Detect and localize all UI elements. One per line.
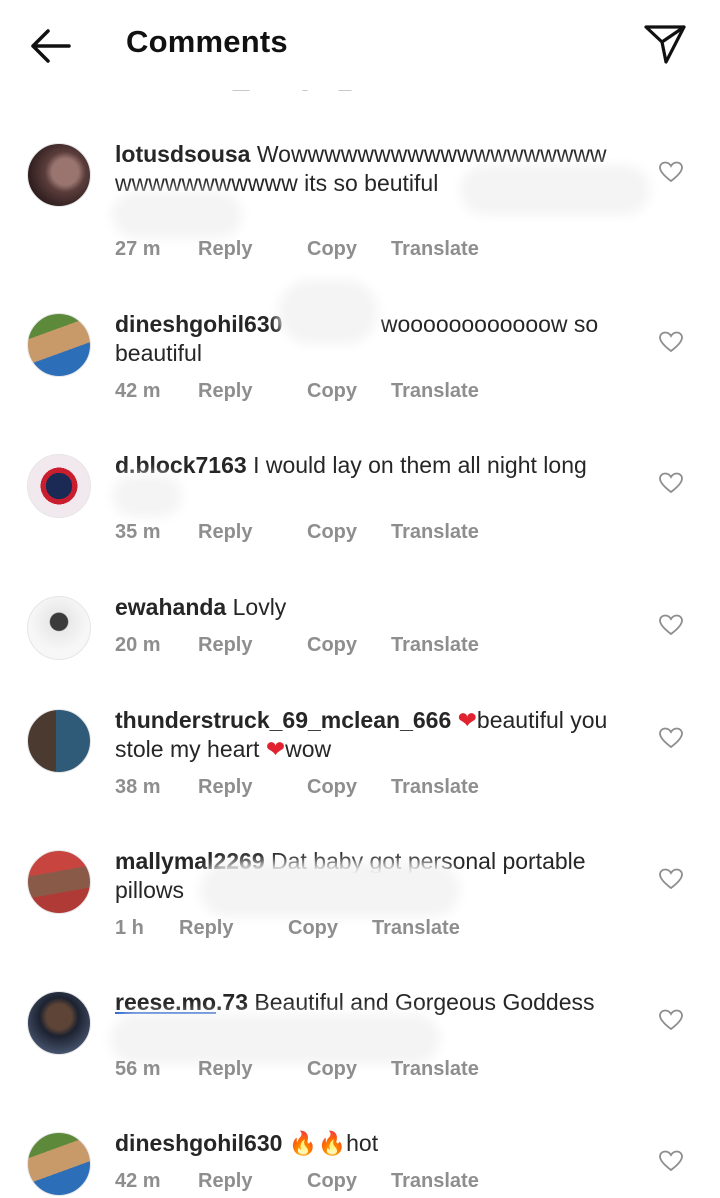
comment-body: pillows xyxy=(115,877,185,903)
comment-time: 38 m xyxy=(115,776,161,798)
comment-text: reese.mo.73 Beautiful and Gorgeous Godde… xyxy=(115,988,635,1017)
comment-body: beautiful you xyxy=(476,707,608,733)
fire-emoji: 🔥 xyxy=(317,1130,347,1156)
reply-button[interactable]: Reply xyxy=(198,1170,252,1193)
reply-button[interactable]: Reply xyxy=(198,776,252,799)
translate-button[interactable]: Translate xyxy=(391,521,479,544)
translate-button[interactable]: Translate xyxy=(372,917,460,940)
avatar[interactable] xyxy=(27,850,91,914)
comment-username[interactable]: d.block7163 xyxy=(115,452,247,478)
translate-button[interactable]: Translate xyxy=(391,776,479,799)
comment-username[interactable]: mallymal2269 xyxy=(115,848,265,874)
redacted-area xyxy=(122,202,232,228)
red-heart-emoji: ❤ xyxy=(265,736,286,762)
comment-actions: 20 m Reply Copy Translate xyxy=(115,634,635,662)
comment-username[interactable]: reese.mo.73 xyxy=(115,989,248,1015)
comment-body: beautiful xyxy=(115,340,202,366)
comment-time: 35 m xyxy=(115,521,161,543)
comment-body: Beautiful and Gorgeous Goddess xyxy=(248,989,595,1015)
comment-body: Lovly xyxy=(226,594,287,620)
comment-body: wwwwwww xyxy=(490,141,607,167)
username-link[interactable]: reese.mo xyxy=(115,989,216,1015)
fire-emoji: 🔥 xyxy=(288,1130,318,1156)
copy-button[interactable]: Copy xyxy=(307,1170,357,1193)
comment-body: wwwwwwwwwww its so beutiful xyxy=(115,170,439,196)
comment-time: 27 m xyxy=(115,238,161,260)
heart-icon[interactable] xyxy=(659,472,683,494)
redacted-area xyxy=(470,175,640,205)
translate-button[interactable]: Translate xyxy=(391,1058,479,1081)
heart-icon[interactable] xyxy=(659,868,683,890)
copy-button[interactable]: Copy xyxy=(307,776,357,799)
translate-button[interactable]: Translate xyxy=(391,1170,479,1193)
avatar[interactable] xyxy=(27,596,91,660)
comment-body: wow xyxy=(285,736,332,762)
avatar[interactable] xyxy=(27,454,91,518)
copy-button[interactable]: Copy xyxy=(288,917,338,940)
avatar[interactable] xyxy=(27,991,91,1055)
copy-button[interactable]: Copy xyxy=(307,521,357,544)
reply-button[interactable]: Reply xyxy=(198,521,252,544)
comment-text: dineshgohil630 🔥🔥hot xyxy=(115,1129,635,1158)
comment-actions: 35 m Reply Copy Translate xyxy=(115,521,635,549)
heart-icon[interactable] xyxy=(659,331,683,353)
comment-text: d.block7163 I would lay on them all nigh… xyxy=(115,451,635,480)
reply-button[interactable]: Reply xyxy=(198,634,252,657)
username-suffix: .73 xyxy=(216,989,248,1015)
heart-icon[interactable] xyxy=(659,727,683,749)
comment-actions: 27 m Reply Copy Translate xyxy=(115,238,635,266)
avatar[interactable] xyxy=(27,313,91,377)
comment-body: I would lay on them all night long xyxy=(246,452,587,478)
avatar[interactable] xyxy=(27,1132,91,1196)
comment-time: 42 m xyxy=(115,1170,161,1192)
reply-button[interactable]: Reply xyxy=(198,238,252,261)
comment-username[interactable]: dineshgohil630 xyxy=(115,1130,282,1156)
copy-button[interactable]: Copy xyxy=(307,634,357,657)
comment-actions: 42 m Reply Copy Translate xyxy=(115,380,635,408)
heart-icon[interactable] xyxy=(659,1009,683,1031)
red-heart-emoji: ❤ xyxy=(457,707,477,733)
comment-body: Wowwwwwwwwwwww xyxy=(256,141,491,167)
arrow-left-icon[interactable] xyxy=(28,26,72,66)
top-bar: Comments xyxy=(0,0,720,90)
translate-button[interactable]: Translate xyxy=(391,634,479,657)
comment-body: stole my heart xyxy=(115,736,266,762)
comment-username[interactable]: dineshgohil630 xyxy=(115,311,282,337)
comment-time: 42 m xyxy=(115,380,161,402)
comment-body: Dat baby got personal portable xyxy=(264,848,586,874)
redacted-area xyxy=(210,873,450,907)
page-title: Comments xyxy=(126,24,288,59)
comment-username[interactable]: lotusdsousa xyxy=(115,141,250,167)
comment-actions: 56 m Reply Copy Translate xyxy=(115,1058,635,1086)
comment-text: thunderstruck_69_mclean_666 ❤beautiful y… xyxy=(115,706,635,764)
redacted-area xyxy=(288,290,368,334)
paper-plane-icon[interactable] xyxy=(642,22,688,66)
translate-button[interactable]: Translate xyxy=(391,380,479,403)
copy-button[interactable]: Copy xyxy=(307,380,357,403)
comment-username[interactable]: thunderstruck_69_mclean_666 xyxy=(115,707,451,733)
comment-body: woooooooooooow so xyxy=(380,311,599,337)
comment-time: 56 m xyxy=(115,1058,161,1080)
copy-button[interactable]: Copy xyxy=(307,238,357,261)
comment-actions: 1 h Reply Copy Translate xyxy=(115,917,635,945)
reply-button[interactable]: Reply xyxy=(198,380,252,403)
comment-time: 1 h xyxy=(115,917,144,939)
redacted-area xyxy=(122,485,172,507)
heart-icon[interactable] xyxy=(659,614,683,636)
comment-time: 20 m xyxy=(115,634,161,656)
copy-button[interactable]: Copy xyxy=(307,1058,357,1081)
comment-body: hot xyxy=(346,1130,379,1156)
comment-username[interactable]: ewahanda xyxy=(115,594,226,620)
avatar[interactable] xyxy=(27,143,91,207)
reply-button[interactable]: Reply xyxy=(179,917,233,940)
heart-icon[interactable] xyxy=(659,161,683,183)
heart-icon[interactable] xyxy=(659,1150,683,1172)
avatar[interactable] xyxy=(27,709,91,773)
comment-text: ewahanda Lovly xyxy=(115,593,635,622)
redacted-area xyxy=(120,1024,430,1054)
comment-text: dineshgohil630 woooooooooooow so beautif… xyxy=(115,310,635,368)
translate-button[interactable]: Translate xyxy=(391,238,479,261)
comment-actions: 38 m Reply Copy Translate xyxy=(115,776,635,804)
reply-button[interactable]: Reply xyxy=(198,1058,252,1081)
